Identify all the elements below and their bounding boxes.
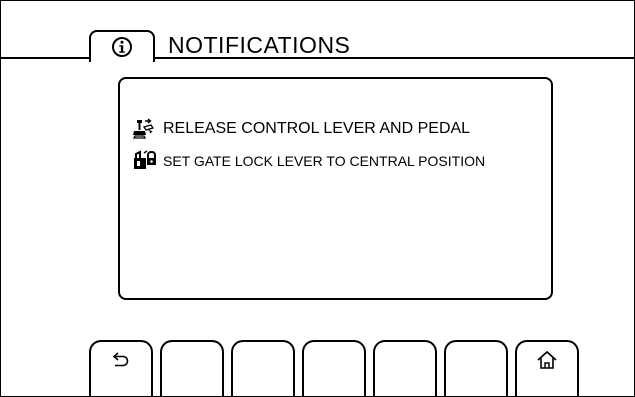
info-icon [112,37,132,57]
home-icon [537,350,557,369]
softkey-6[interactable] [444,340,508,396]
control-lever-pedal-icon [132,118,155,139]
softkey-4[interactable] [302,340,366,396]
notification-panel: RELEASE CONTROL LEVER AND PEDAL SET GATE… [118,77,553,300]
notification-text: RELEASE CONTROL LEVER AND PEDAL [163,120,471,137]
softkey-2[interactable] [160,340,224,396]
notification-item: RELEASE CONTROL LEVER AND PEDAL [131,117,470,141]
info-tab[interactable] [89,30,155,62]
softkey-5[interactable] [373,340,437,396]
notification-item: SET GATE LOCK LEVER TO CENTRAL POSITION [131,149,485,173]
page-title: NOTIFICATIONS [168,32,351,58]
back-softkey[interactable] [89,340,153,396]
notifications-screen: NOTIFICATIONS RELEASE CONTROL LEVER AND … [0,0,635,397]
home-softkey[interactable] [515,340,579,396]
gate-lock-lever-icon [134,150,156,169]
back-icon [112,352,129,367]
softkey-3[interactable] [231,340,295,396]
notification-text: SET GATE LOCK LEVER TO CENTRAL POSITION [163,153,486,169]
